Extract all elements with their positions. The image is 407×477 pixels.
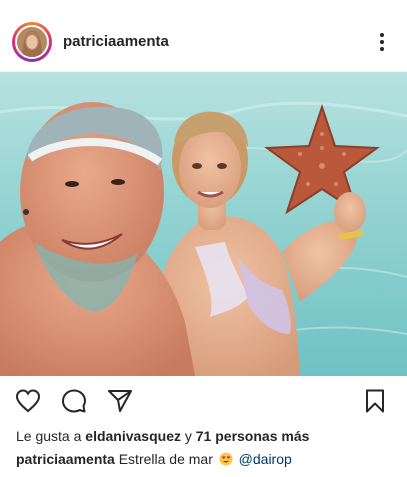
avatar[interactable] bbox=[15, 25, 49, 59]
post-photo[interactable] bbox=[0, 72, 407, 376]
instagram-post: patriciaamenta Le gusta a eldanivasquez … bbox=[0, 0, 407, 477]
caption-username[interactable]: patriciaamenta bbox=[16, 451, 115, 467]
post-actions bbox=[0, 376, 407, 424]
post-caption: patriciaamenta Estrella de mar @dairop bbox=[16, 451, 292, 467]
avatar-image bbox=[17, 27, 47, 57]
comment-icon[interactable] bbox=[61, 388, 87, 414]
avatar-story-ring[interactable] bbox=[12, 22, 52, 62]
caption-mention[interactable]: @dairop bbox=[239, 451, 292, 467]
likes-prefix: Le gusta a bbox=[16, 428, 82, 444]
send-icon[interactable] bbox=[107, 388, 133, 414]
heart-eyes-emoji-icon bbox=[219, 452, 233, 466]
caption-text: Estrella de mar bbox=[118, 451, 213, 467]
likes-connector: y bbox=[184, 428, 192, 444]
bookmark-icon[interactable] bbox=[362, 388, 388, 414]
post-username[interactable]: patriciaamenta bbox=[63, 33, 169, 50]
more-vertical-icon[interactable] bbox=[377, 31, 387, 53]
likes-summary: Le gusta a eldanivasquez y 71 personas m… bbox=[16, 428, 309, 444]
liked-by-username[interactable]: eldanivasquez bbox=[85, 428, 181, 444]
beach-selfie-image bbox=[0, 72, 407, 376]
post-header: patriciaamenta bbox=[0, 0, 407, 72]
likes-others-count[interactable]: 71 personas más bbox=[196, 428, 310, 444]
heart-icon[interactable] bbox=[15, 388, 41, 414]
